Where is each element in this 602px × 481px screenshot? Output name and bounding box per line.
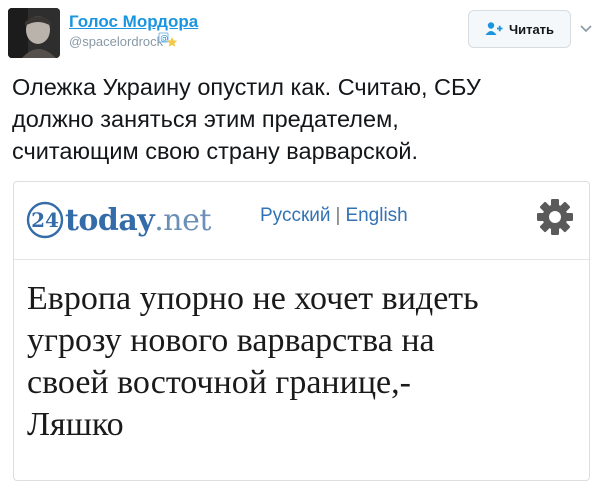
logo-name: today	[65, 202, 155, 238]
headline-line: Европа упорно не хочет видеть	[27, 280, 479, 317]
logo-tld: .net	[154, 202, 211, 238]
follow-user-icon	[485, 22, 503, 35]
tweet-text: Олежка Украину опустил как. Считаю, СБУ …	[12, 71, 597, 167]
logo-number: 24	[31, 208, 59, 232]
language-separator: |	[335, 205, 341, 226]
svg-text:@: @	[160, 34, 168, 43]
logo-badge-icon: 24	[26, 201, 64, 239]
tweet-text-line: Олежка Украину опустил как. Считаю, СБУ	[12, 74, 481, 100]
site-logo[interactable]: 24 today.net	[26, 200, 211, 240]
author-handle[interactable]: @spacelordrock	[69, 34, 163, 49]
language-link-russian[interactable]: Русский	[260, 205, 331, 226]
chevron-down-icon[interactable]	[579, 23, 593, 35]
gear-icon[interactable]	[535, 197, 575, 237]
badge-icons: @	[157, 31, 179, 51]
mail-badge-icon: @	[158, 32, 178, 47]
tweet-text-line: считающим свою страну варварской.	[12, 138, 419, 164]
follow-button-label: Читать	[508, 21, 555, 37]
language-link-english[interactable]: English	[345, 205, 407, 226]
user-avatar-photo-icon	[8, 8, 60, 58]
avatar[interactable]	[8, 8, 60, 58]
article-headline[interactable]: Европа упорно не хочет видеть угрозу нов…	[27, 278, 587, 446]
language-switcher: Русский | English	[260, 205, 408, 227]
tweet-text-line: должно заняться этим предателем,	[12, 106, 399, 132]
headline-line: угрозу нового варварства на	[27, 322, 435, 359]
logo-wordmark: today.net	[65, 203, 211, 238]
headline-line: своей восточной границе,-	[27, 364, 411, 401]
author-handle-row: @spacelordrock @	[69, 31, 179, 51]
headline-line: Ляшко	[27, 406, 124, 443]
embedded-article-card[interactable]: 24 today.net Русский | English Европа упор…	[13, 181, 590, 481]
follow-button[interactable]: Читать	[468, 10, 571, 48]
author-display-name[interactable]: Голос Мордора	[69, 12, 198, 32]
site-header: 24 today.net Русский | English	[14, 182, 589, 260]
